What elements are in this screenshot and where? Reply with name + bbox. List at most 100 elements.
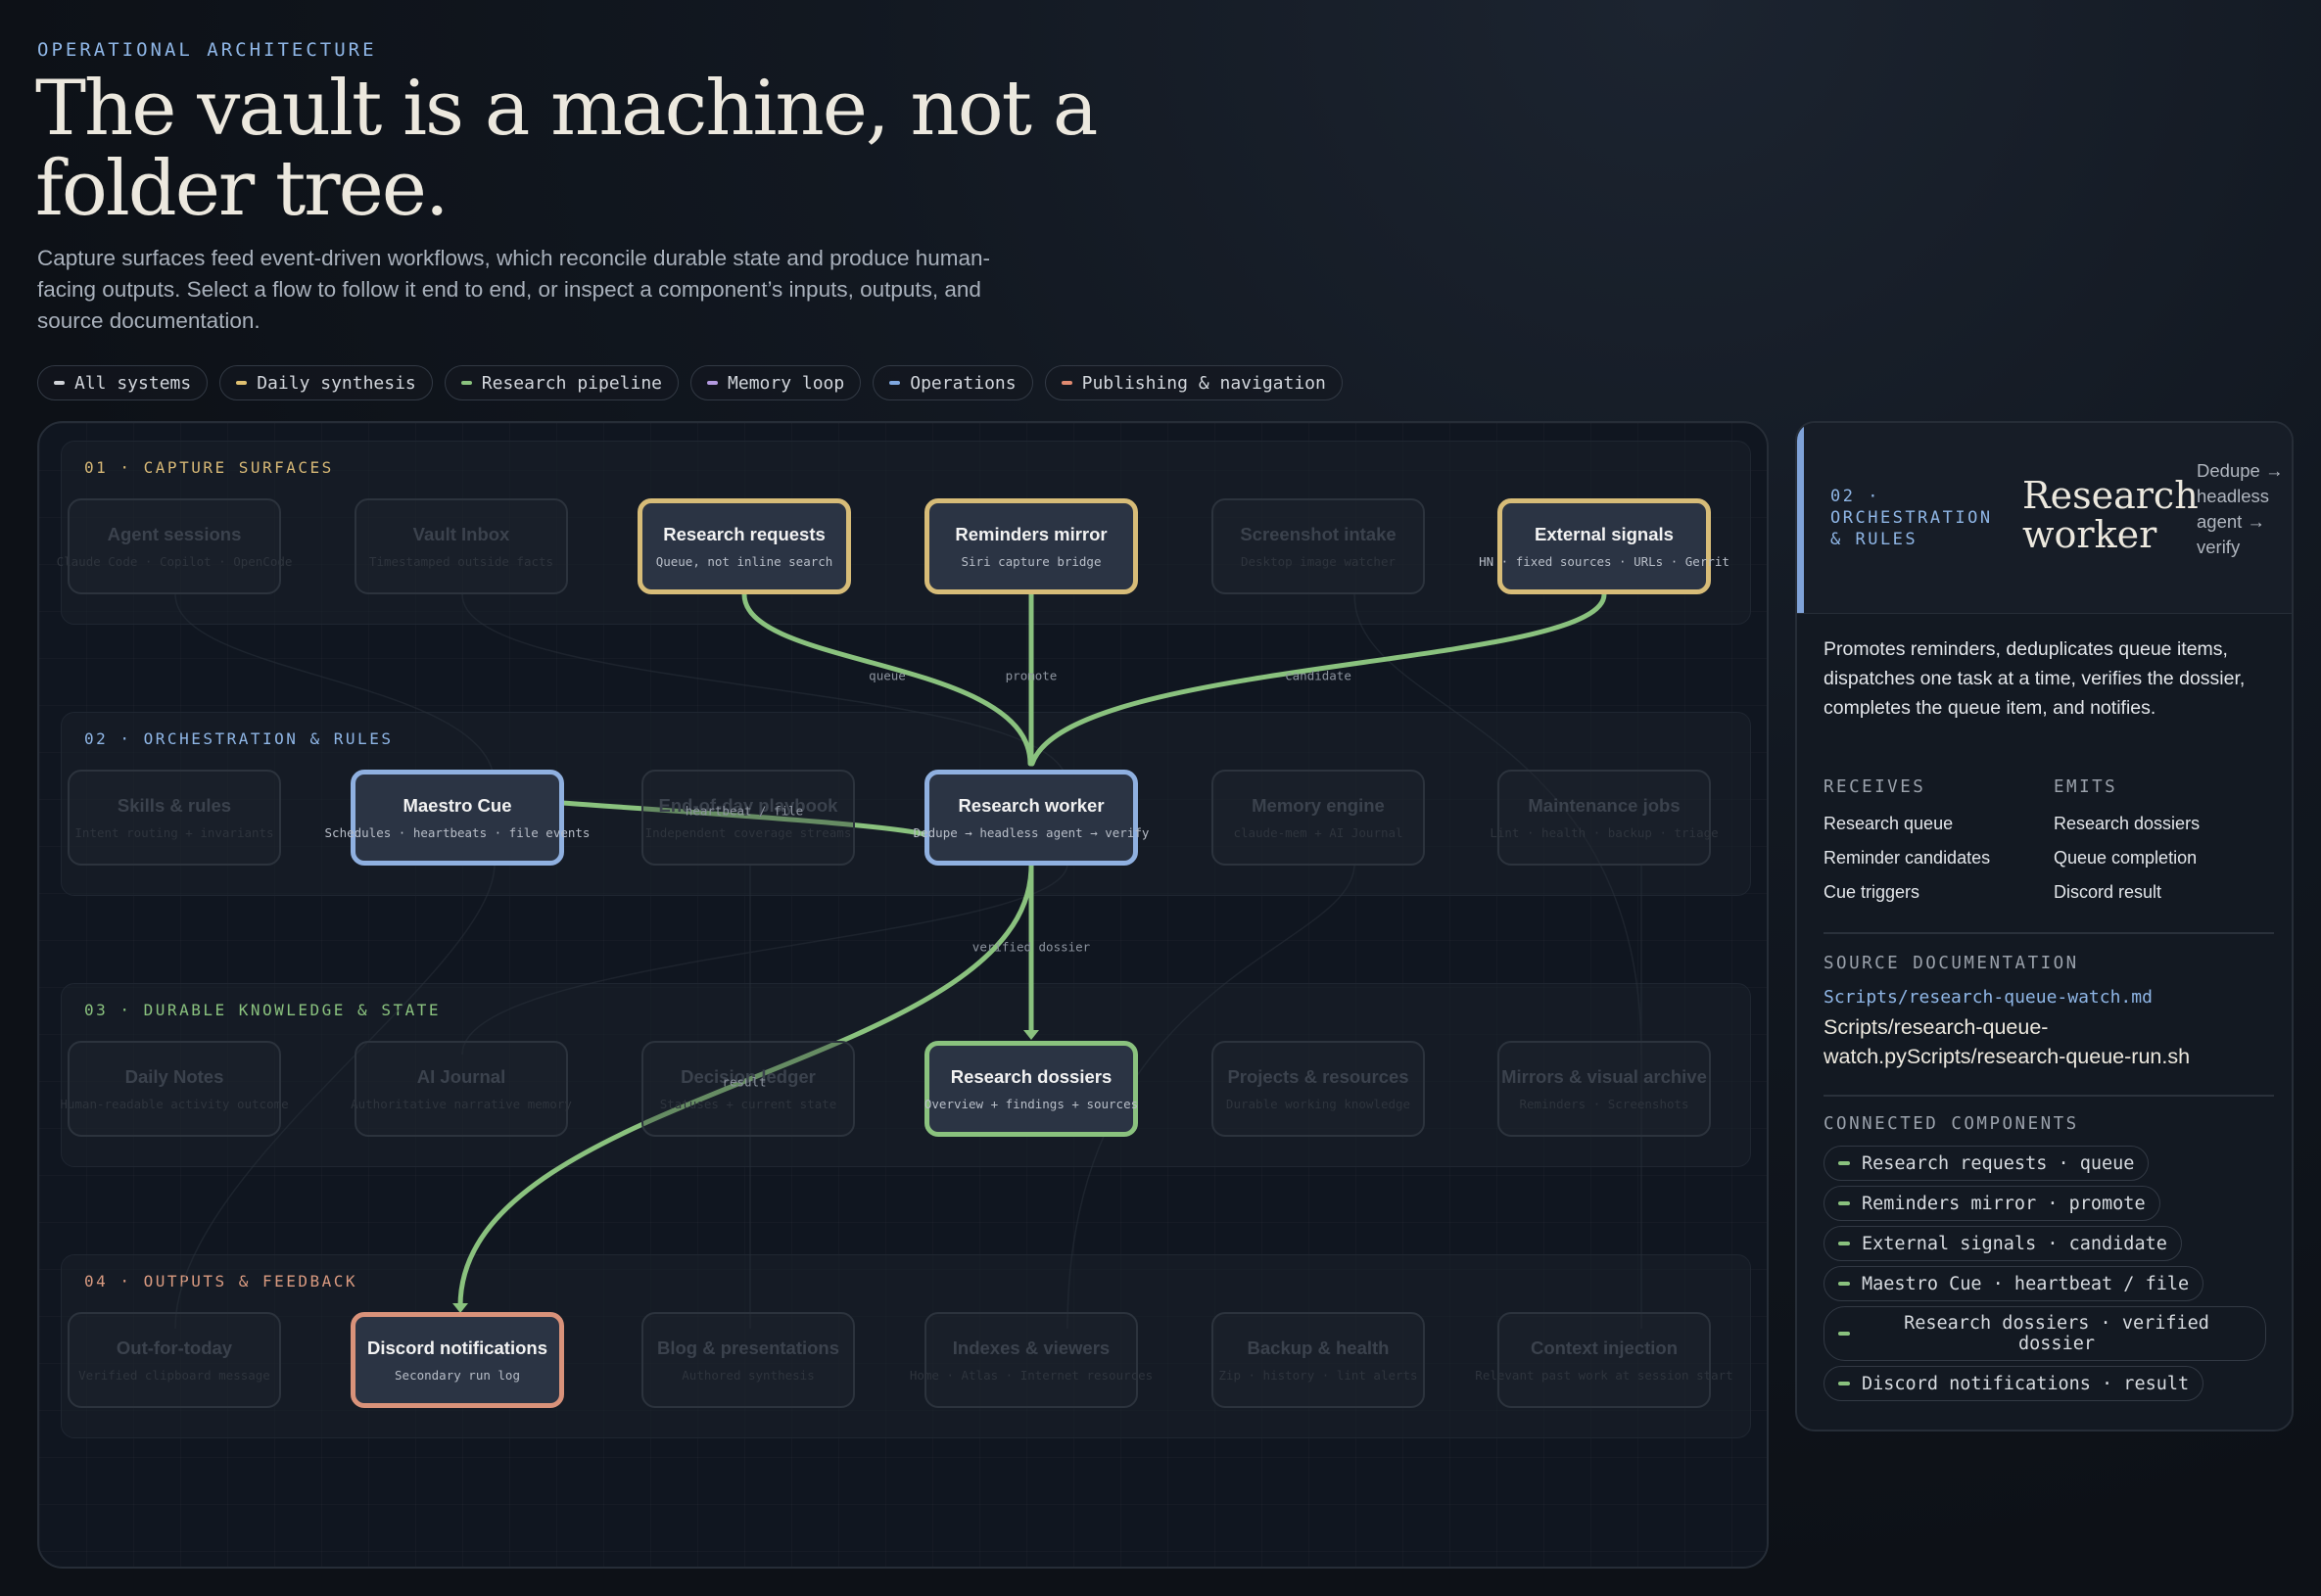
node-title: Vault Inbox bbox=[412, 524, 510, 544]
node-subtitle: HN · fixed sources · URLs · Gerrit bbox=[1479, 554, 1729, 569]
source-doc-files: Scripts/research-queue-watch.pyScripts/r… bbox=[1824, 1015, 2191, 1068]
node-subtitle: Zip · history · lint alerts bbox=[1218, 1368, 1418, 1383]
node-title: AI Journal bbox=[416, 1066, 506, 1087]
list-item: Queue completion bbox=[2054, 848, 2198, 868]
list-item: Discord result bbox=[2054, 882, 2162, 902]
node-subtitle: Relevant past work at session start bbox=[1475, 1368, 1733, 1383]
architecture-diagram: 01 · CAPTURE SURFACES 02 · ORCHESTRATION… bbox=[37, 421, 1769, 1569]
node-title: Daily Notes bbox=[124, 1066, 224, 1087]
component-inspector: 02 · ORCHESTRATION & RULES Research work… bbox=[1795, 421, 2294, 1432]
node-title: Maintenance jobs bbox=[1528, 795, 1681, 816]
node-title: Skills & rules bbox=[117, 795, 232, 816]
node-research-dossiers[interactable]: Research dossiers Overview + findings + s… bbox=[924, 1041, 1138, 1137]
edge-label-result: result bbox=[722, 1074, 767, 1090]
node-indexes-viewers[interactable]: Indexes & viewers Home · Atlas · Internet… bbox=[910, 1312, 1153, 1408]
dash-icon bbox=[889, 381, 901, 385]
connected-chip[interactable]: External signals · candidate bbox=[1824, 1226, 2182, 1261]
filter-memory-loop[interactable]: Memory loop bbox=[690, 365, 862, 400]
node-screenshot-intake[interactable]: Screenshot intake Desktop image watcher bbox=[1211, 498, 1425, 594]
node-maintenance-jobs[interactable]: Maintenance jobs Lint · health · backup ·… bbox=[1490, 770, 1719, 866]
inspector-flow: Dedupe → headless agent → verify bbox=[2197, 460, 2284, 557]
node-title: Memory engine bbox=[1252, 795, 1385, 816]
node-reminders-mirror[interactable]: Reminders mirror Siri capture bridge bbox=[924, 498, 1138, 594]
node-subtitle: Intent routing + invariants bbox=[74, 825, 274, 840]
node-context-injection[interactable]: Context injection Relevant past work at s… bbox=[1475, 1312, 1733, 1408]
chip-label: Maestro Cue · heartbeat / file bbox=[1862, 1273, 2190, 1294]
dash-icon bbox=[1838, 1201, 1850, 1205]
filter-operations[interactable]: Operations bbox=[873, 365, 1033, 400]
node-subtitle: Lint · health · backup · triage bbox=[1490, 825, 1719, 840]
node-mirrors-visual-archive[interactable]: Mirrors & visual archive Reminders · Scre… bbox=[1497, 1041, 1711, 1137]
node-title: Mirrors & visual archive bbox=[1501, 1066, 1707, 1087]
divider bbox=[1824, 1095, 2274, 1097]
node-subtitle: Authored synthesis bbox=[682, 1368, 815, 1383]
node-maestro-cue[interactable]: Maestro Cue Schedules · heartbeats · file… bbox=[325, 770, 590, 866]
section-eyebrow: OPERATIONAL ARCHITECTURE bbox=[37, 39, 377, 61]
inspector-kicker: 02 · ORCHESTRATION & RULES bbox=[1830, 487, 1993, 549]
dash-icon bbox=[1838, 1161, 1850, 1165]
filter-label: Research pipeline bbox=[481, 372, 663, 394]
list-item: Cue triggers bbox=[1824, 882, 1920, 902]
node-daily-notes[interactable]: Daily Notes Human-readable activity outco… bbox=[60, 1041, 289, 1137]
node-subtitle: Verified clipboard message bbox=[78, 1368, 270, 1383]
node-backup-health[interactable]: Backup & health Zip · history · lint aler… bbox=[1211, 1312, 1425, 1408]
filter-research-pipeline[interactable]: Research pipeline bbox=[444, 365, 680, 400]
node-title: External signals bbox=[1535, 524, 1674, 544]
filter-label: Daily synthesis bbox=[257, 372, 416, 394]
flow-filter-bar: All systems Daily synthesis Research pip… bbox=[37, 365, 1343, 400]
node-subtitle: Siri capture bridge bbox=[961, 554, 1102, 569]
arrowhead-icon bbox=[1023, 1030, 1039, 1040]
node-subtitle: Statuses + current state bbox=[659, 1097, 837, 1111]
node-research-requests[interactable]: Research requests Queue, not inline searc… bbox=[638, 498, 851, 594]
node-vault-inbox[interactable]: Vault Inbox Timestamped outside facts bbox=[355, 498, 568, 594]
node-ai-journal[interactable]: AI Journal Authoritative narrative memory bbox=[351, 1041, 572, 1137]
node-subtitle: claude-mem + AI Journal bbox=[1233, 825, 1403, 840]
node-subtitle: Claude Code · Copilot · OpenCode bbox=[56, 554, 293, 569]
connected-components: Research requests · queue Reminders mirr… bbox=[1824, 1146, 2274, 1406]
inspector-description: Promotes reminders, deduplicates queue i… bbox=[1824, 638, 2246, 719]
connected-chip[interactable]: Reminders mirror · promote bbox=[1824, 1186, 2160, 1221]
list-item: Reminder candidates bbox=[1824, 848, 1991, 868]
node-memory-engine[interactable]: Memory engine claude-mem + AI Journal bbox=[1211, 770, 1425, 866]
node-subtitle: Schedules · heartbeats · file events bbox=[324, 825, 591, 840]
node-out-for-today[interactable]: Out-for-today Verified clipboard message bbox=[68, 1312, 281, 1408]
node-subtitle: Desktop image watcher bbox=[1240, 554, 1397, 569]
filter-daily-synthesis[interactable]: Daily synthesis bbox=[219, 365, 433, 400]
source-heading: SOURCE DOCUMENTATION bbox=[1824, 954, 2079, 973]
node-title: Research worker bbox=[958, 795, 1105, 816]
list-item: Research dossiers bbox=[2054, 814, 2201, 833]
node-research-worker[interactable]: Research worker Dedupe → headless agent →… bbox=[914, 770, 1149, 866]
connected-chip[interactable]: Maestro Cue · heartbeat / file bbox=[1824, 1266, 2204, 1301]
node-title: Maestro Cue bbox=[403, 795, 512, 816]
node-skills-rules[interactable]: Skills & rules Intent routing + invariant… bbox=[68, 770, 281, 866]
node-external-signals[interactable]: External signals HN · fixed sources · URL… bbox=[1479, 498, 1729, 594]
chip-label: Reminders mirror · promote bbox=[1862, 1193, 2146, 1214]
node-agent-sessions[interactable]: Agent sessions Claude Code · Copilot · Op… bbox=[57, 498, 292, 594]
connected-chip[interactable]: Research dossiers · verified dossier bbox=[1824, 1306, 2266, 1361]
node-subtitle: Home · Atlas · Internet resources bbox=[909, 1368, 1154, 1383]
filter-publishing-navigation[interactable]: Publishing & navigation bbox=[1044, 365, 1343, 400]
source-doc-link[interactable]: Scripts/research-queue-watch.md bbox=[1824, 987, 2153, 1008]
filter-all-systems[interactable]: All systems bbox=[37, 365, 209, 400]
connected-chip[interactable]: Discord notifications · result bbox=[1824, 1366, 2204, 1401]
receives-list: Research queue Reminder candidates Cue t… bbox=[1824, 807, 1990, 910]
node-title: Screenshot intake bbox=[1240, 524, 1397, 544]
node-projects-resources[interactable]: Projects & resources Durable working know… bbox=[1211, 1041, 1425, 1137]
edge-label-queue: queue bbox=[869, 668, 906, 683]
node-title: Out-for-today bbox=[116, 1338, 233, 1358]
edge-label-promote: promote bbox=[1005, 668, 1058, 683]
divider bbox=[1824, 932, 2274, 934]
connected-chip[interactable]: Research requests · queue bbox=[1824, 1146, 2150, 1181]
dash-icon bbox=[54, 381, 65, 385]
chip-label: Research requests · queue bbox=[1862, 1152, 2135, 1174]
node-subtitle: Dedupe → headless agent → verify bbox=[913, 825, 1150, 840]
node-blog-presentations[interactable]: Blog & presentations Authored synthesis bbox=[641, 1312, 855, 1408]
node-subtitle: Overview + findings + sources bbox=[924, 1097, 1139, 1111]
dim-edge bbox=[461, 863, 1068, 1056]
inspector-title: Research worker bbox=[2022, 474, 2199, 556]
emits-heading: EMITS bbox=[2054, 777, 2118, 797]
node-discord-notifications[interactable]: Discord notifications Secondary run log bbox=[351, 1312, 564, 1408]
list-item: Research queue bbox=[1824, 814, 1954, 833]
chip-label: Discord notifications · result bbox=[1862, 1373, 2190, 1394]
node-subtitle: Authoritative narrative memory bbox=[351, 1097, 572, 1111]
